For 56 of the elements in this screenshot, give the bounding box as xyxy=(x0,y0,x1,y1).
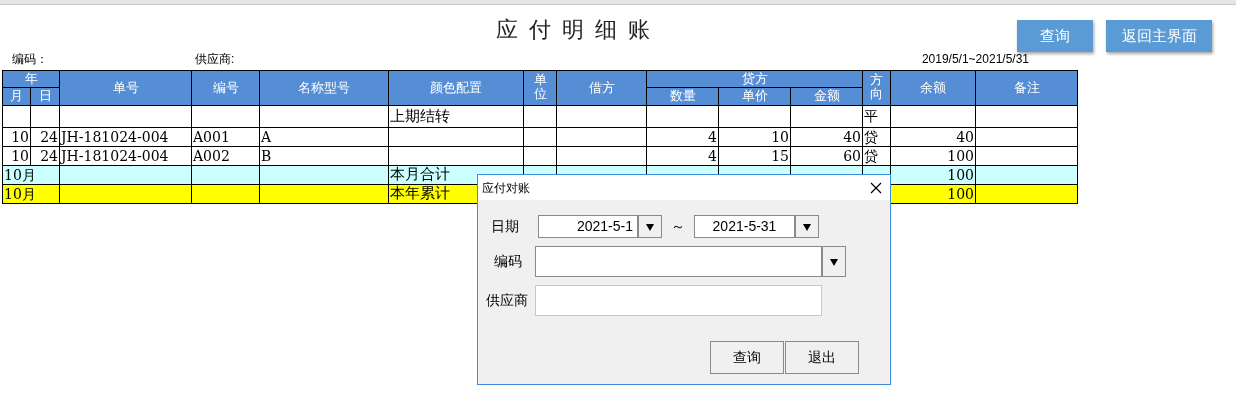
report-title: 应付明细账 xyxy=(496,16,661,44)
column-header: 余额 xyxy=(890,70,976,105)
table-cell: 100 xyxy=(890,146,976,165)
table-cell: A xyxy=(259,127,389,146)
caret-icon xyxy=(829,256,839,267)
dialog-button[interactable]: 退出 xyxy=(785,341,859,374)
table-cell: 贷 xyxy=(862,146,891,165)
table-cell: 4 xyxy=(646,127,719,146)
column-header: 颜色配置 xyxy=(388,70,524,105)
caret-icon xyxy=(802,221,812,232)
table-cell: 60 xyxy=(790,146,863,165)
table-cell: 40 xyxy=(890,127,976,146)
date-label: 日期 xyxy=(491,217,520,236)
close-icon[interactable] xyxy=(870,181,882,194)
table-cell: 10月 xyxy=(2,184,60,203)
table-cell: JH-181024-004 xyxy=(59,127,192,146)
column-header: 借方 xyxy=(556,70,647,105)
table-cell: B xyxy=(259,146,389,165)
table-cell: 贷 xyxy=(862,127,891,146)
dialog-button[interactable]: 查询 xyxy=(710,341,784,374)
table-cell: 上期结转 xyxy=(388,105,524,127)
dropdown-button[interactable] xyxy=(795,215,819,238)
table-cell: A001 xyxy=(191,127,260,146)
supplier-label: 供应商: xyxy=(195,51,235,68)
date-from-field[interactable]: 2021-5-1 xyxy=(538,215,638,238)
code-label: 编码 xyxy=(494,252,523,271)
supplier-field[interactable] xyxy=(535,285,822,316)
table-cell: 10 xyxy=(2,146,31,165)
column-header: 方向 xyxy=(862,70,891,105)
table-cell: 平 xyxy=(862,105,891,127)
table-cell: JH-181024-004 xyxy=(59,146,192,165)
table-cell: 10 xyxy=(2,127,31,146)
dropdown-button[interactable] xyxy=(638,215,662,238)
column-header: 单号 xyxy=(59,70,192,105)
table-cell: 15 xyxy=(718,146,791,165)
table-cell: 24 xyxy=(30,127,60,146)
table-cell: 40 xyxy=(790,127,863,146)
dropdown-button[interactable] xyxy=(822,246,846,277)
range-separator: ～ xyxy=(671,217,685,236)
table-cell: 4 xyxy=(646,146,719,165)
table-cell: 10月 xyxy=(2,165,60,184)
column-header: 贷方 xyxy=(646,70,863,88)
table-cell: A002 xyxy=(191,146,260,165)
table-cell: 24 xyxy=(30,146,60,165)
table-cell: 10 xyxy=(718,127,791,146)
column-header: 编号 xyxy=(191,70,260,105)
date-range: 2019/5/1~2021/5/31 xyxy=(921,51,1029,68)
column-header: 单位 xyxy=(523,70,557,105)
supplier-label: 供应商 xyxy=(486,291,529,310)
column-header: 名称型号 xyxy=(259,70,389,105)
caret-icon xyxy=(645,221,655,232)
code-field[interactable] xyxy=(535,246,822,277)
column-header: 备注 xyxy=(975,70,1078,105)
code-label: 编码： xyxy=(12,51,49,68)
column-header: 年 xyxy=(2,70,60,88)
date-to-field[interactable]: 2021-5-31 xyxy=(694,215,795,238)
